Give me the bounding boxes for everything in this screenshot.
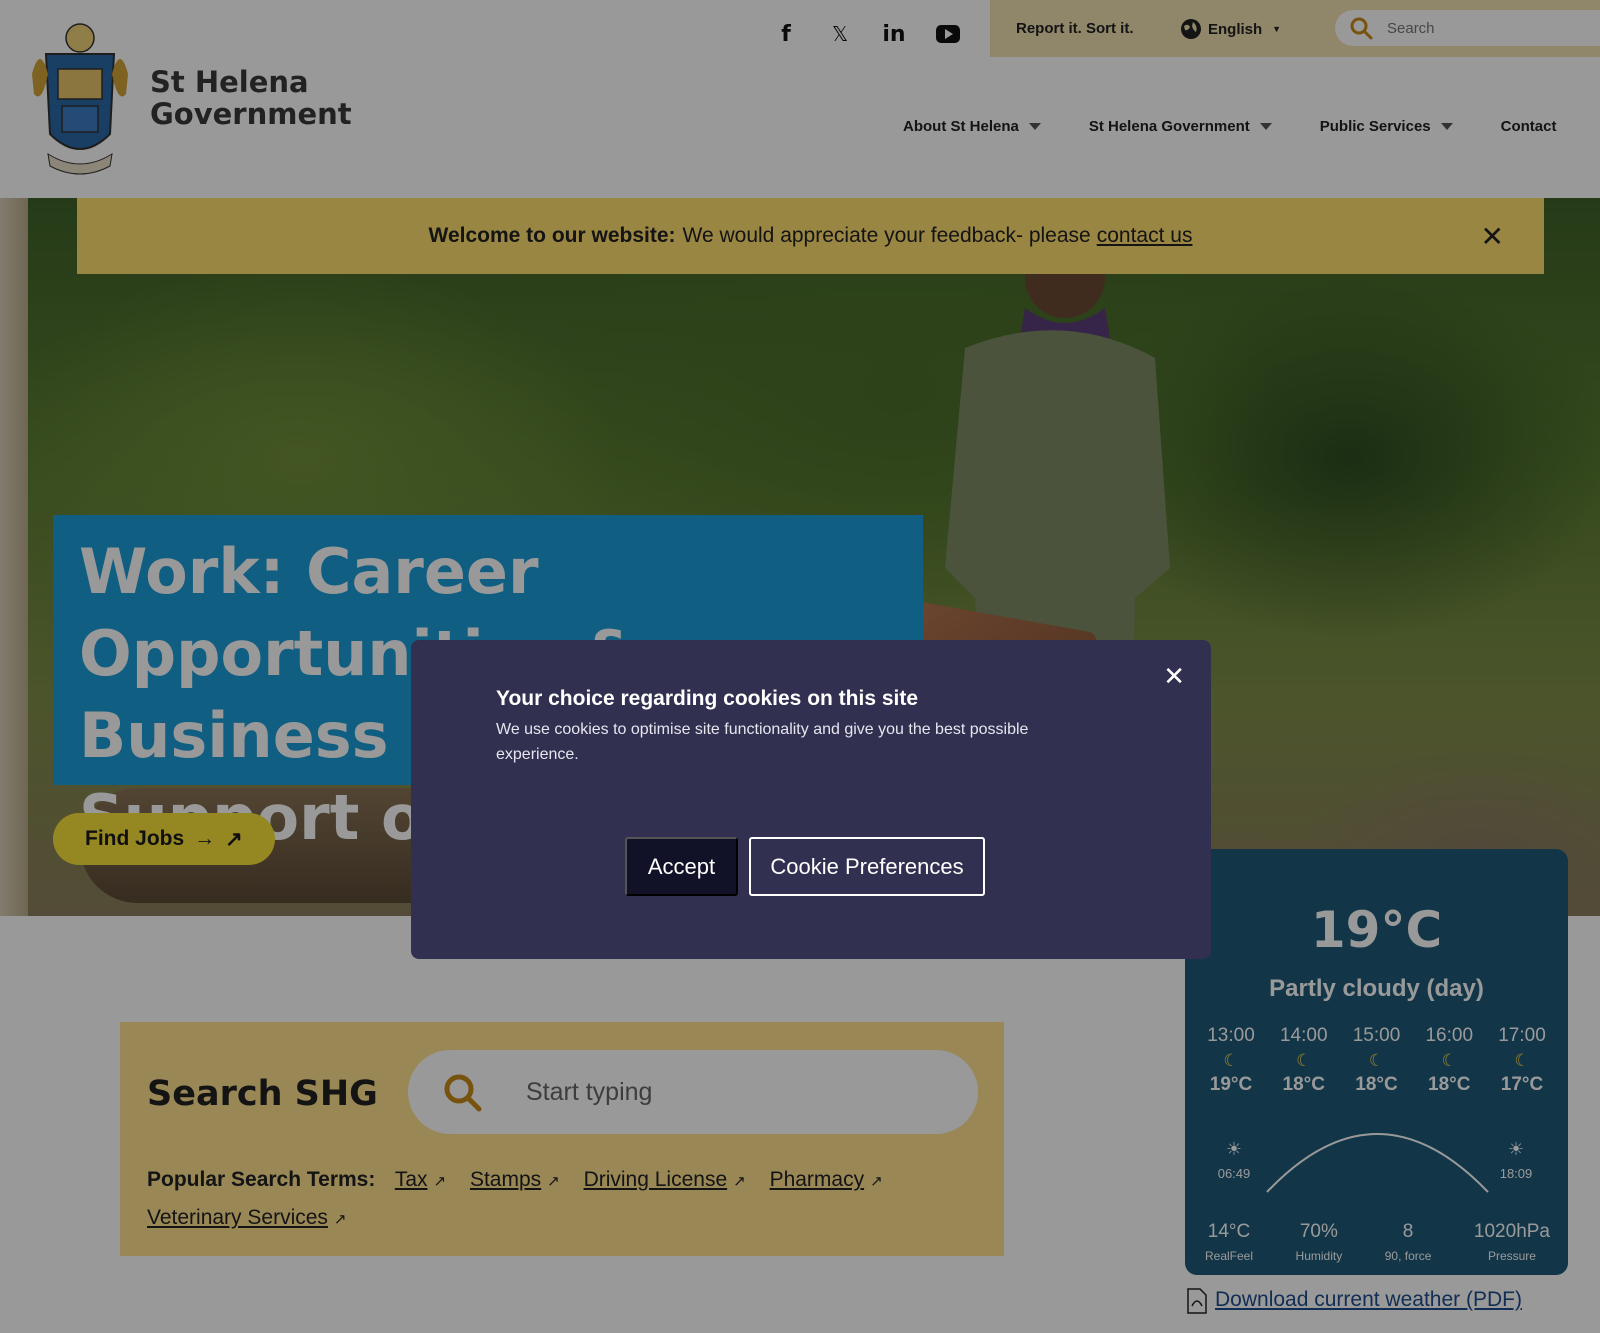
cookie-preferences-button[interactable]: Cookie Preferences	[749, 837, 985, 896]
cookie-consent-dialog: ✕ Your choice regarding cookies on this …	[411, 640, 1211, 959]
cookie-dialog-body: We use cookies to optimise site function…	[496, 721, 1029, 763]
cookie-dialog-title: Your choice regarding cookies on this si…	[496, 687, 919, 710]
accept-cookies-button[interactable]: Accept	[625, 837, 738, 896]
close-icon[interactable]: ✕	[1163, 662, 1185, 692]
